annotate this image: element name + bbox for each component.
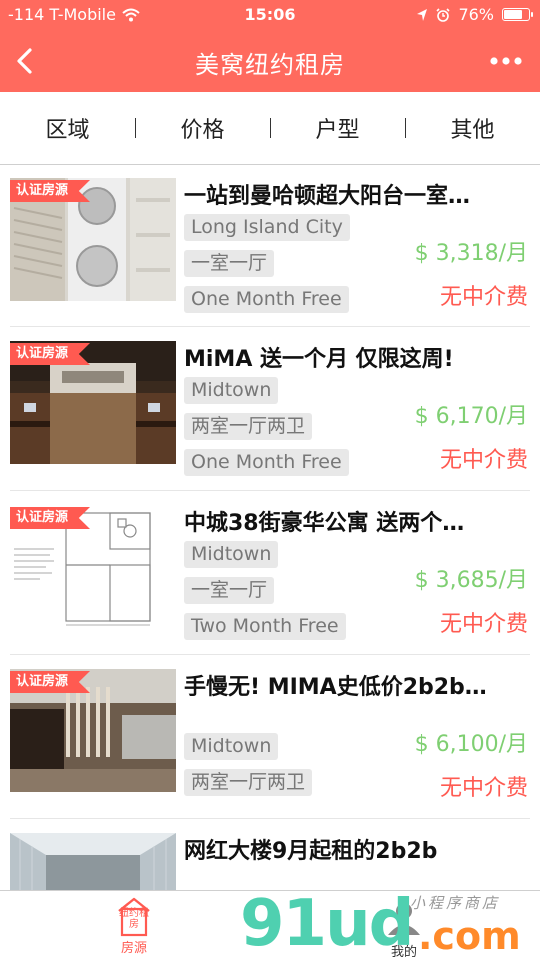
- layout-tag: 两室一厅两卫: [184, 413, 313, 440]
- home-icon: 纽约租房: [117, 897, 151, 937]
- location-tag: Midtown: [184, 733, 279, 760]
- listing-title: 中城38街豪华公寓 送两个…: [184, 511, 465, 536]
- home-icon-text: 纽约租房: [119, 908, 149, 930]
- no-fee-label: 无中介费: [439, 612, 528, 637]
- layout-tag: 两室一厅两卫: [184, 769, 313, 796]
- hallway-photo: [10, 833, 176, 890]
- location-icon: [417, 8, 428, 21]
- listing-item[interactable]: 认证房源 MiMA 送一个月 仅限这周! Midtown 两室一厅两卫 One …: [0, 327, 540, 491]
- page-title: 美窝纽约租房: [195, 51, 345, 79]
- no-fee-label: 无中介费: [439, 776, 528, 801]
- tab-listings[interactable]: 纽约租房 房源: [104, 897, 164, 956]
- promo-tag: One Month Free: [184, 286, 349, 313]
- verified-badge: 认证房源: [10, 180, 91, 202]
- listing-item[interactable]: 认证房源 一站到曼哈顿超大阳台一室… Long Island City 一室一厅…: [0, 164, 540, 327]
- battery-icon: [502, 8, 533, 21]
- promo-tag: Two Month Free: [184, 613, 346, 640]
- user-icon: [388, 903, 420, 935]
- filter-area[interactable]: 区域: [0, 112, 135, 144]
- filter-layout[interactable]: 户型: [270, 112, 405, 144]
- tab-listings-label: 房源: [120, 941, 147, 956]
- listing-item[interactable]: 认证房源 手慢无! MIMA史低价2b2b… Midtown 两室一厅两卫 $ …: [0, 655, 540, 819]
- listing-item[interactable]: 认证房源 中城38街豪华公寓 送两个… Midtown 一室一厅 Two Mon…: [0, 491, 540, 655]
- nav-bar: 美窝纽约租房: [0, 32, 540, 92]
- battery-fill: [504, 10, 523, 19]
- alarm-icon: [436, 7, 451, 22]
- listing-price: $ 3,685/月: [414, 568, 528, 593]
- listing-price: $ 6,100/月: [414, 732, 528, 757]
- listing-title: 网红大楼9月起租的2b2b: [184, 839, 438, 864]
- listing-photo: 认证房源: [10, 505, 176, 628]
- listing-photo: 认证房源: [10, 178, 176, 301]
- listing-title: 一站到曼哈顿超大阳台一室…: [184, 184, 471, 209]
- listing-title: MiMA 送一个月 仅限这周!: [184, 347, 454, 372]
- location-tag: Long Island City: [184, 214, 350, 241]
- status-bar: -114 T-Mobile 15:06 76%: [0, 0, 540, 32]
- verified-badge: 认证房源: [10, 507, 91, 529]
- listing-photo: [10, 833, 176, 890]
- listing-item[interactable]: 网红大楼9月起租的2b2b: [0, 819, 540, 890]
- tab-mine-label: 我的: [390, 945, 417, 960]
- battery-percent: 76%: [458, 5, 494, 24]
- more-options-icon[interactable]: [486, 44, 526, 78]
- top-bar: -114 T-Mobile 15:06 76% 美窝纽约租房: [0, 0, 540, 92]
- location-tag: Midtown: [184, 377, 279, 404]
- status-right: 76%: [416, 5, 533, 24]
- promo-tag: One Month Free: [184, 449, 349, 476]
- tab-mine[interactable]: 我的: [372, 897, 436, 960]
- listing-price: $ 3,318/月: [414, 241, 528, 266]
- layout-tag: 一室一厅: [184, 250, 275, 277]
- tab-bar: 纽约租房 房源 我的: [0, 890, 540, 961]
- listing-price: $ 6,170/月: [414, 404, 528, 429]
- listing-title: 手慢无! MIMA史低价2b2b…: [184, 675, 487, 700]
- filter-bar: 区域 价格 户型 其他: [0, 92, 540, 165]
- listing-photo: 认证房源: [10, 341, 176, 464]
- no-fee-label: 无中介费: [439, 448, 528, 473]
- location-tag: Midtown: [184, 541, 279, 568]
- filter-price[interactable]: 价格: [135, 112, 270, 144]
- verified-badge: 认证房源: [10, 343, 91, 365]
- no-fee-label: 无中介费: [439, 285, 528, 310]
- verified-badge: 认证房源: [10, 671, 91, 693]
- listing-photo: 认证房源: [10, 669, 176, 792]
- layout-tag: 一室一厅: [184, 577, 275, 604]
- filter-other[interactable]: 其他: [405, 112, 540, 144]
